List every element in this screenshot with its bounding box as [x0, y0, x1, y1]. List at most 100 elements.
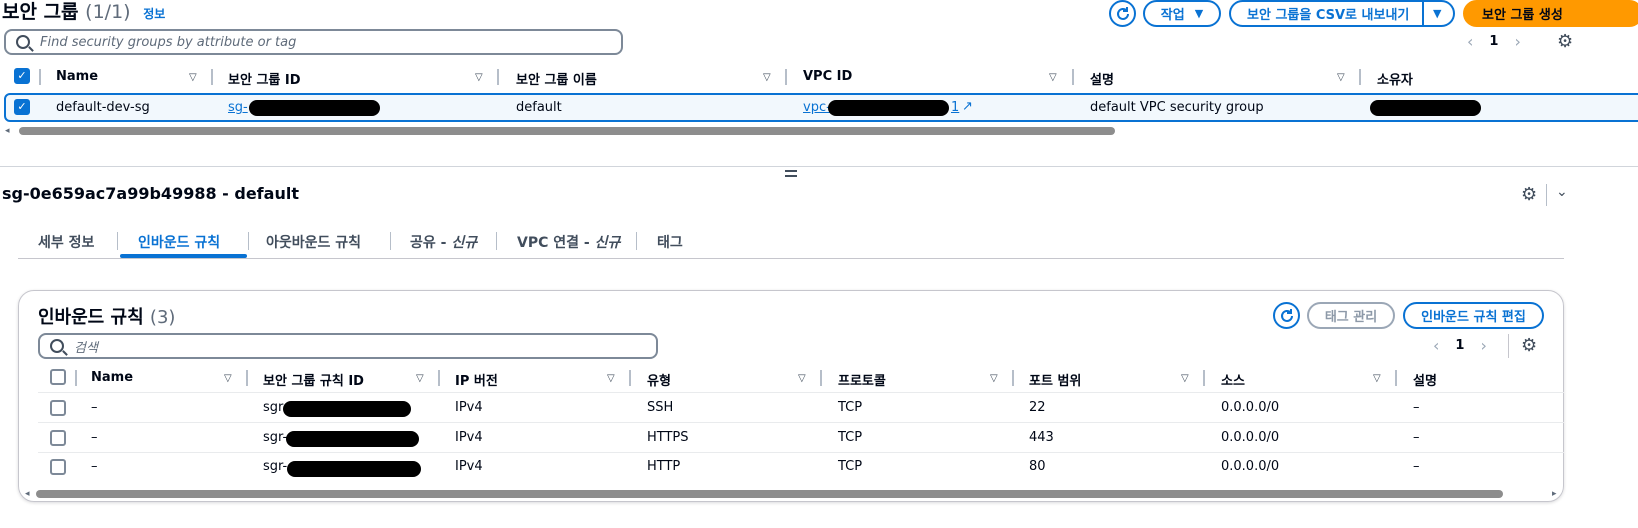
column-header-sg-name[interactable]: 보안 그룹 이름	[516, 69, 597, 88]
tab-divider	[636, 232, 637, 250]
protocol-cell: TCP	[838, 430, 863, 445]
column-header-description[interactable]: 설명	[1413, 370, 1437, 389]
rule-id-prefix[interactable]: sgr-	[263, 430, 287, 445]
chevron-down-icon[interactable]: ⌄	[1556, 184, 1568, 200]
scroll-left-arrow[interactable]: ◂	[25, 489, 30, 499]
row-divider	[38, 422, 1564, 423]
security-group-search-input[interactable]: Find security groups by attribute or tag	[4, 29, 623, 55]
vpc-id-link[interactable]: vpc-	[803, 100, 831, 115]
source-cell: 0.0.0.0/0	[1221, 459, 1280, 474]
chevron-left-icon[interactable]: ‹	[1467, 32, 1473, 51]
inbound-search-input[interactable]: 검색	[38, 333, 658, 359]
column-header-sg-id[interactable]: 보안 그룹 ID	[228, 69, 301, 88]
vpc-id-suffix[interactable]: 1	[951, 100, 959, 115]
chevron-left-icon[interactable]: ‹	[1433, 336, 1439, 355]
page-title-text: 보안 그룹	[2, 1, 79, 23]
horizontal-scrollbar[interactable]	[36, 490, 1503, 498]
column-header-protocol[interactable]: 프로토콜	[838, 370, 886, 389]
column-header-ip-version[interactable]: IP 버전	[455, 370, 498, 389]
chevron-right-icon[interactable]: ›	[1514, 32, 1520, 51]
sort-icon[interactable]: ▽	[607, 373, 615, 384]
row-checkbox[interactable]	[50, 430, 66, 446]
port-cell: 443	[1029, 430, 1054, 445]
column-header-vpc-id[interactable]: VPC ID	[803, 69, 852, 84]
sort-icon[interactable]: ▽	[189, 72, 197, 83]
sort-icon[interactable]: ▽	[1049, 72, 1057, 83]
sort-icon[interactable]: ▽	[1181, 373, 1189, 384]
refresh-button[interactable]	[1109, 0, 1136, 27]
external-link-icon[interactable]: ↗	[962, 99, 973, 114]
sort-icon[interactable]: ▽	[1337, 72, 1345, 83]
sort-icon[interactable]: ▽	[1373, 373, 1381, 384]
divider	[1508, 334, 1509, 358]
inbound-current-page[interactable]: 1	[1455, 338, 1464, 353]
inbound-refresh-button[interactable]	[1273, 302, 1300, 329]
tab-sharing[interactable]: 공유 - 신규	[410, 232, 477, 252]
tab-vpc-associations[interactable]: VPC 연결 - 신규	[517, 232, 620, 252]
sort-icon[interactable]: ▽	[990, 373, 998, 384]
caret-down-icon[interactable]: ▼	[1433, 7, 1441, 20]
gear-icon[interactable]: ⚙	[1521, 337, 1537, 355]
refresh-icon	[1116, 6, 1129, 20]
column-divider	[1359, 69, 1361, 85]
sort-icon[interactable]: ▽	[798, 373, 806, 384]
sg-id-link[interactable]: sg-	[228, 100, 248, 115]
split-panel-divider	[0, 166, 1638, 167]
column-divider	[1072, 69, 1074, 85]
search-placeholder: Find security groups by attribute or tag	[40, 34, 297, 50]
manage-tags-button[interactable]: 태그 관리	[1307, 302, 1395, 329]
rule-id-prefix[interactable]: sgr-	[263, 459, 287, 474]
gear-icon[interactable]: ⚙	[1557, 33, 1573, 51]
column-divider	[211, 69, 213, 85]
edit-inbound-rules-button[interactable]: 인바운드 규칙 편집	[1403, 302, 1544, 329]
select-all-checkbox[interactable]	[50, 369, 66, 385]
info-link[interactable]: 정보	[143, 7, 165, 21]
split-panel-drag-handle[interactable]	[785, 170, 797, 177]
tab-outbound-rules[interactable]: 아웃바운드 규칙	[266, 232, 361, 252]
redacted-rule-id	[287, 461, 421, 477]
gear-icon[interactable]: ⚙	[1521, 186, 1537, 204]
actions-dropdown[interactable]: 작업 ▼	[1143, 0, 1221, 27]
row-checkbox[interactable]	[50, 459, 66, 475]
tab-tags[interactable]: 태그	[657, 232, 683, 252]
horizontal-scrollbar[interactable]	[19, 127, 1115, 135]
sg-group-name-cell: default	[516, 100, 562, 115]
column-header-owner[interactable]: 소유자	[1377, 69, 1413, 88]
column-header-name[interactable]: Name	[56, 69, 98, 84]
column-header-rule-id[interactable]: 보안 그룹 규칙 ID	[263, 370, 364, 389]
chevron-right-icon[interactable]: ›	[1480, 336, 1486, 355]
header-divider	[38, 392, 1564, 393]
column-header-type[interactable]: 유형	[647, 370, 671, 389]
column-divider	[246, 370, 248, 386]
tab-details[interactable]: 세부 정보	[38, 232, 94, 252]
create-label: 보안 그룹 생성	[1482, 8, 1563, 23]
column-divider	[1012, 370, 1014, 386]
column-header-description[interactable]: 설명	[1090, 69, 1114, 88]
rule-id-prefix[interactable]: sgr	[263, 400, 283, 415]
refresh-icon	[1280, 308, 1293, 322]
select-all-checkbox[interactable]: ✓	[14, 68, 30, 84]
column-header-name[interactable]: Name	[91, 370, 133, 385]
create-security-group-button[interactable]: 보안 그룹 생성	[1463, 0, 1638, 27]
column-header-port-range[interactable]: 포트 범위	[1029, 370, 1081, 389]
search-icon	[16, 35, 30, 49]
column-header-source[interactable]: 소스	[1221, 370, 1245, 389]
scroll-right-arrow[interactable]: ▸	[1552, 489, 1557, 499]
inbound-pagination: ‹ 1 ›	[1433, 336, 1487, 355]
row-checkbox[interactable]: ✓	[14, 99, 30, 115]
sort-icon[interactable]: ▽	[475, 72, 483, 83]
column-divider	[820, 370, 822, 386]
row-checkbox[interactable]	[50, 400, 66, 416]
export-csv-split-button[interactable]: 보안 그룹을 CSV로 내보내기 ▼	[1229, 0, 1455, 27]
column-divider	[497, 69, 499, 85]
scroll-left-arrow[interactable]: ◂	[5, 126, 10, 136]
actions-label: 작업	[1160, 8, 1185, 23]
column-divider	[1203, 370, 1205, 386]
sort-icon[interactable]: ▽	[416, 373, 424, 384]
current-page[interactable]: 1	[1489, 34, 1498, 49]
tab-inbound-rules[interactable]: 인바운드 규칙	[138, 232, 220, 252]
sort-icon[interactable]: ▽	[224, 373, 232, 384]
redacted-rule-id	[283, 401, 411, 417]
sort-icon[interactable]: ▽	[763, 72, 771, 83]
tab-divider	[496, 232, 497, 250]
